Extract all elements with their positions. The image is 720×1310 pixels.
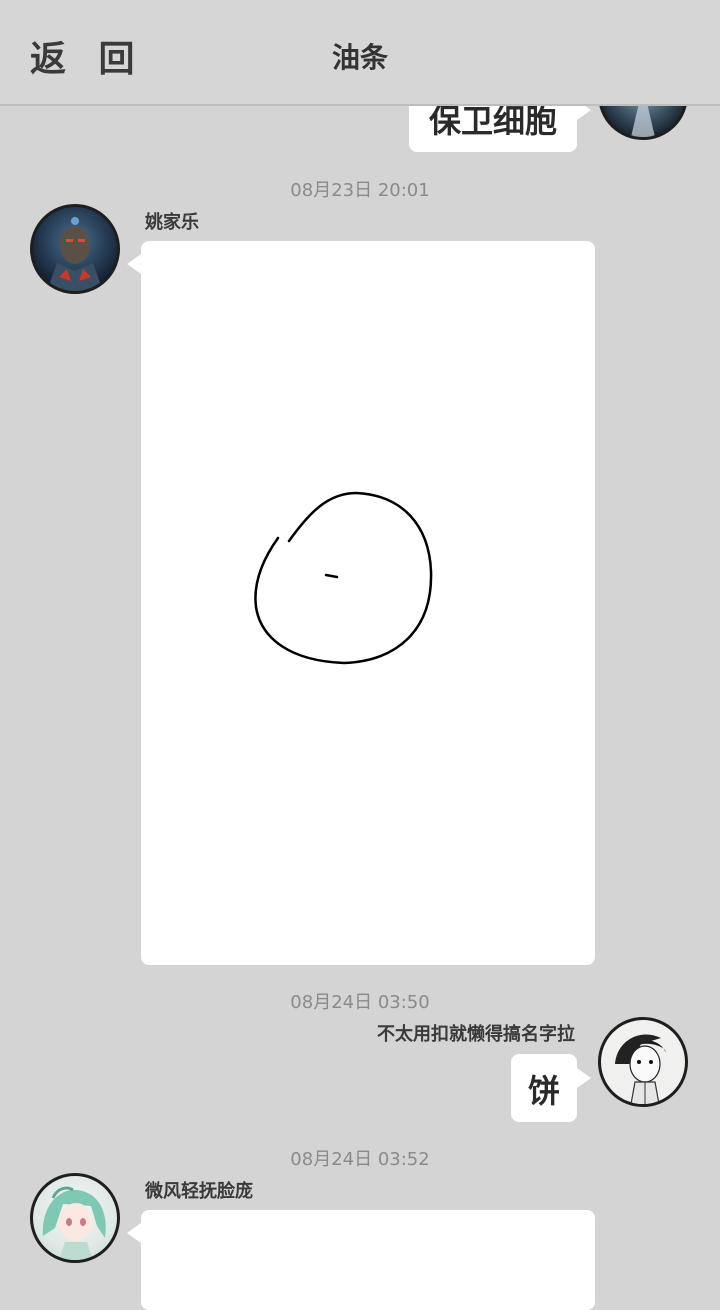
- timestamp: 08月23日 20:01: [290, 180, 430, 201]
- avatar[interactable]: [30, 204, 120, 294]
- message-text: 保卫细胞: [428, 102, 557, 140]
- sender-name: 不太用扣就懒得搞名字拉: [377, 1024, 575, 1045]
- drawing-message[interactable]: [141, 241, 595, 965]
- avatar-image: [615, 1034, 667, 1104]
- timestamp: 08月24日 03:50: [290, 992, 430, 1013]
- top-bar: 返 回 油条: [0, 0, 720, 106]
- message-bubble[interactable]: 饼: [511, 1054, 577, 1122]
- page-title: 油条: [331, 41, 388, 74]
- bubble-tail: [577, 1068, 591, 1088]
- bubble-tail: [127, 1223, 141, 1243]
- sender-name: 姚家乐: [145, 212, 199, 233]
- timestamp: 08月24日 03:52: [290, 1149, 430, 1170]
- avatar-image: [47, 217, 103, 291]
- doodle-image: [254, 491, 433, 665]
- avatar[interactable]: [598, 1017, 688, 1107]
- sender-name: 微风轻抚脸庞: [145, 1181, 253, 1202]
- avatar[interactable]: [30, 1173, 120, 1263]
- message-text: 饼: [527, 1072, 560, 1110]
- bubble-tail: [127, 254, 141, 274]
- avatar-image: [42, 1186, 106, 1260]
- drawing-message[interactable]: [141, 1210, 595, 1310]
